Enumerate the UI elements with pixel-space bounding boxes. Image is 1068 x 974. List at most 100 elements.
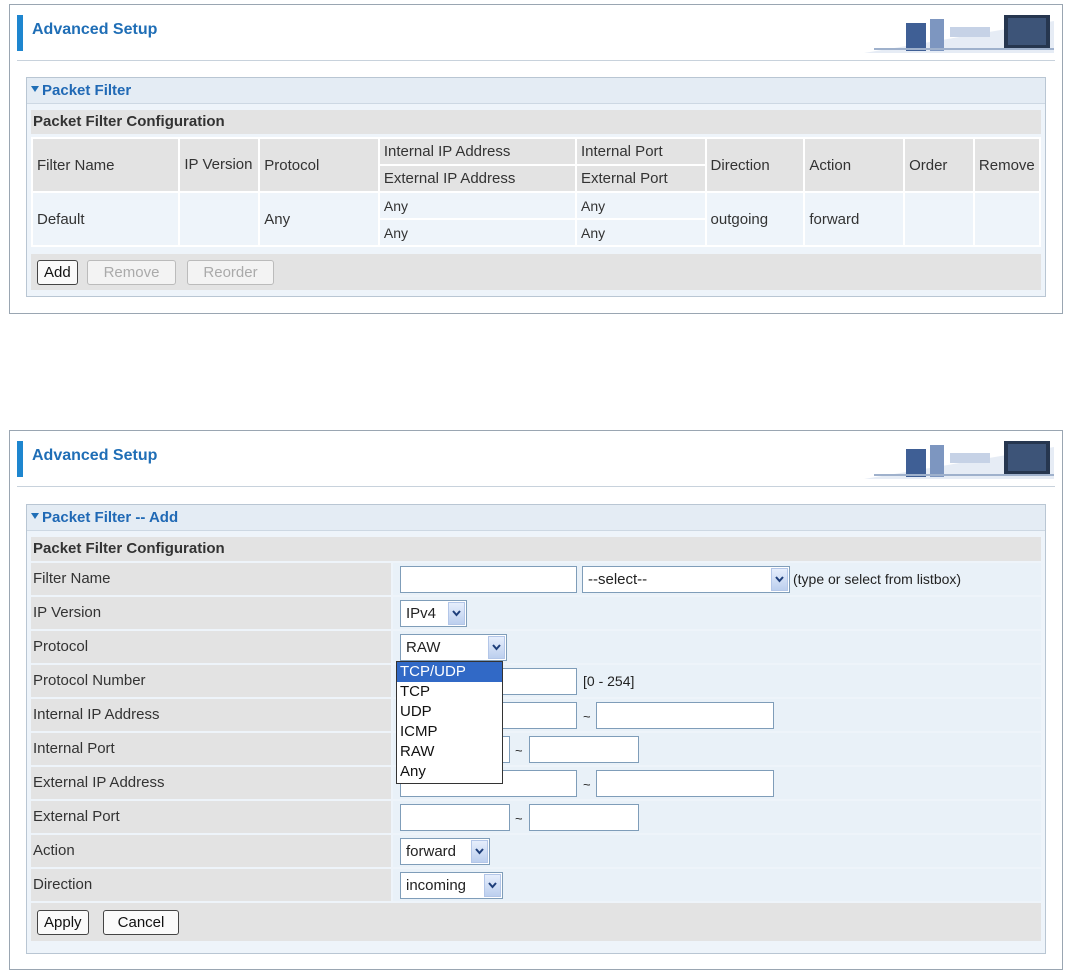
filter-table: Filter Name IP Version Protocol Internal…: [30, 137, 1042, 247]
add-button-bar: Apply Cancel: [31, 903, 1041, 941]
filter-name-select-value: --select--: [588, 571, 648, 588]
cell-ip-version: [178, 191, 261, 247]
row-external-ip: External IP Address ~: [31, 767, 1041, 799]
label-protocol-number: Protocol Number: [31, 665, 391, 697]
row-protocol-number: Protocol Number [0 - 254]: [31, 665, 1041, 697]
protocol-dropdown-list: TCP/UDP TCP UDP ICMP RAW Any: [396, 661, 503, 784]
panel-title-text: Packet Filter -- Add: [42, 509, 179, 526]
row-action: Action forward: [31, 835, 1041, 867]
external-ip-end-input[interactable]: [596, 770, 774, 797]
reorder-button[interactable]: Reorder: [187, 260, 274, 285]
action-select-value: forward: [406, 843, 457, 860]
cell-filter-name: Default: [30, 191, 181, 247]
cell-internal-ip: Any: [377, 191, 577, 220]
office-banner-icon: [864, 439, 1054, 479]
row-external-port: External Port ~: [31, 801, 1041, 833]
chevron-down-icon: [771, 568, 788, 591]
row-filter-name: Filter Name --select-- (type or select f…: [31, 563, 1041, 595]
value-protocol: RAW: [393, 631, 1041, 663]
external-port-start-input[interactable]: [400, 804, 510, 831]
page-title: Advanced Setup: [32, 21, 158, 38]
packet-filter-add-panel: Packet Filter -- Add Packet Filter Confi…: [26, 504, 1046, 954]
panel-title[interactable]: Packet Filter: [27, 78, 1045, 104]
label-external-port: External Port: [31, 801, 391, 833]
protocol-option[interactable]: Any: [397, 762, 502, 782]
col-direction: Direction: [704, 137, 806, 193]
protocol-select[interactable]: RAW: [400, 634, 507, 661]
header-accent-bar: [17, 15, 23, 51]
label-internal-port: Internal Port: [31, 733, 391, 765]
cancel-button[interactable]: Cancel: [103, 910, 179, 935]
filter-name-hint: (type or select from listbox): [793, 571, 962, 587]
col-action: Action: [803, 137, 906, 193]
protocol-number-hint: [0 - 254]: [583, 673, 635, 689]
protocol-select-value: RAW: [406, 639, 441, 656]
list-button-bar: Add Remove Reorder: [31, 254, 1041, 290]
row-internal-port: Internal Port ~: [31, 733, 1041, 765]
internal-port-end-input[interactable]: [529, 736, 639, 763]
page-header: Advanced Setup: [10, 5, 1062, 59]
cell-external-ip: Any: [377, 218, 577, 247]
label-filter-name: Filter Name: [31, 563, 391, 595]
remove-button[interactable]: Remove: [87, 260, 176, 285]
filter-name-select[interactable]: --select--: [582, 566, 790, 593]
header-divider: [17, 486, 1055, 487]
apply-button[interactable]: Apply: [37, 910, 89, 935]
cell-order: [903, 191, 975, 247]
label-ip-version: IP Version: [31, 597, 391, 629]
panel-title-text: Packet Filter: [42, 82, 132, 99]
col-internal-port: Internal Port: [574, 137, 707, 166]
label-direction: Direction: [31, 869, 391, 901]
cell-external-port: Any: [574, 218, 707, 247]
action-select[interactable]: forward: [400, 838, 490, 865]
cell-direction: outgoing: [704, 191, 806, 247]
internal-ip-end-input[interactable]: [596, 702, 774, 729]
col-protocol: Protocol: [258, 137, 380, 193]
row-internal-ip: Internal IP Address ~: [31, 699, 1041, 731]
protocol-option[interactable]: ICMP: [397, 722, 502, 742]
header-divider: [17, 60, 1055, 61]
value-ip-version: IPv4: [393, 597, 1041, 629]
chevron-down-icon: [488, 636, 505, 659]
collapse-triangle-icon: [31, 513, 39, 519]
filter-name-input[interactable]: [400, 566, 577, 593]
row-ip-version: IP Version IPv4: [31, 597, 1041, 629]
packet-filter-add-window: Advanced Setup Packet Filter -- Add Pack…: [9, 430, 1063, 970]
office-banner-icon: [864, 13, 1054, 53]
chevron-down-icon: [448, 602, 465, 625]
range-separator: ~: [515, 743, 523, 758]
add-button[interactable]: Add: [37, 260, 78, 285]
section-title: Packet Filter Configuration: [31, 110, 1041, 134]
direction-select[interactable]: incoming: [400, 872, 503, 899]
value-direction: incoming: [393, 869, 1041, 901]
protocol-option[interactable]: TCP/UDP: [397, 662, 502, 682]
row-direction: Direction incoming: [31, 869, 1041, 901]
range-separator: ~: [583, 709, 591, 724]
direction-select-value: incoming: [406, 877, 467, 894]
header-accent-bar: [17, 441, 23, 477]
range-separator: ~: [583, 777, 591, 792]
range-separator: ~: [515, 811, 523, 826]
page-header: Advanced Setup: [10, 431, 1062, 485]
label-internal-ip: Internal IP Address: [31, 699, 391, 731]
cell-action: forward: [803, 191, 906, 247]
protocol-option[interactable]: RAW: [397, 742, 502, 762]
external-port-end-input[interactable]: [529, 804, 639, 831]
row-protocol: Protocol RAW: [31, 631, 1041, 663]
col-filter-name: Filter Name: [30, 137, 181, 193]
ip-version-select[interactable]: IPv4: [400, 600, 467, 627]
table-row: Default Any Any Any outgoing forward: [30, 191, 1042, 247]
page-title: Advanced Setup: [32, 447, 158, 464]
col-external-ip: External IP Address: [377, 164, 577, 193]
col-order: Order: [903, 137, 975, 193]
packet-filter-list-window: Advanced Setup Packet Filter Packet Filt…: [9, 4, 1063, 314]
protocol-option[interactable]: UDP: [397, 702, 502, 722]
label-action: Action: [31, 835, 391, 867]
cell-internal-port: Any: [574, 191, 707, 220]
protocol-option[interactable]: TCP: [397, 682, 502, 702]
chevron-down-icon: [484, 874, 501, 897]
panel-title[interactable]: Packet Filter -- Add: [27, 505, 1045, 531]
ip-version-select-value: IPv4: [406, 605, 437, 622]
value-action: forward: [393, 835, 1041, 867]
label-external-ip: External IP Address: [31, 767, 391, 799]
